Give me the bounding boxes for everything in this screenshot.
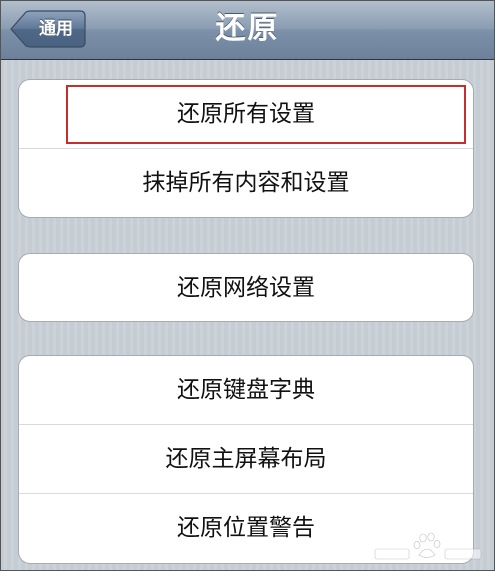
page-title: 还原 xyxy=(215,11,280,46)
reset-network-settings-button[interactable]: 还原网络设置 xyxy=(19,254,473,321)
reset-home-screen-layout-button[interactable]: 还原主屏幕布局 xyxy=(19,425,473,494)
erase-all-content-button[interactable]: 抹掉所有内容和设置 xyxy=(19,149,473,217)
reset-all-settings-button[interactable]: 还原所有设置 xyxy=(19,80,473,149)
baidu-watermark-icon xyxy=(374,532,482,560)
reset-group-1: 还原所有设置 抹掉所有内容和设置 xyxy=(18,79,474,218)
navigation-bar: 通用 还原 xyxy=(0,0,495,60)
reset-keyboard-dictionary-button[interactable]: 还原键盘字典 xyxy=(19,356,473,425)
reset-group-2: 还原网络设置 xyxy=(18,253,474,322)
